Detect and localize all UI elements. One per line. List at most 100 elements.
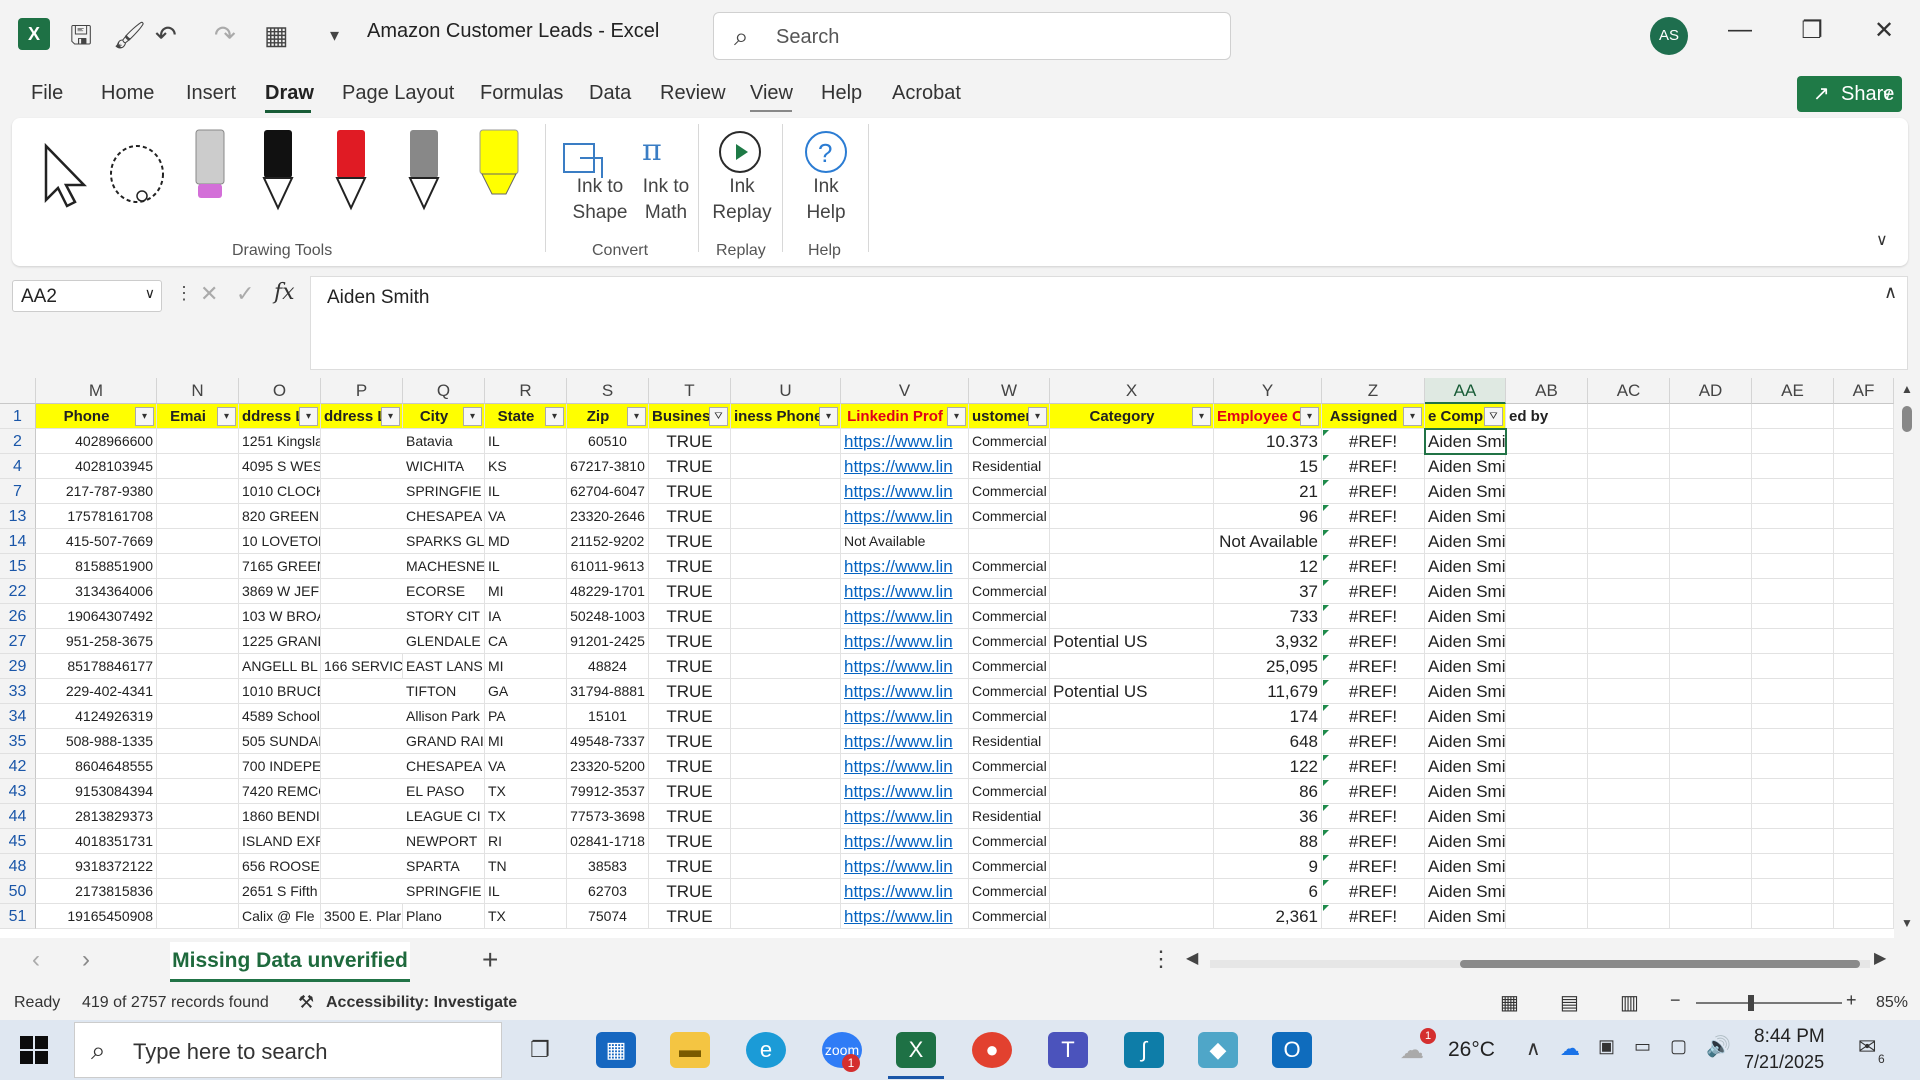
zoom-out-icon[interactable]: − <box>1670 990 1681 1011</box>
empty-cell[interactable] <box>1588 429 1670 454</box>
empty-cell[interactable] <box>1670 479 1752 504</box>
cell-city[interactable]: GLENDALE <box>403 629 485 654</box>
empty-cell[interactable] <box>1752 604 1834 629</box>
column-header-s[interactable]: S <box>567 378 649 404</box>
empty-cell[interactable] <box>1506 504 1588 529</box>
cell-emp[interactable]: 36 <box>1214 804 1322 829</box>
cell-city[interactable]: ECORSE <box>403 579 485 604</box>
cell-asg[interactable]: #REF! <box>1322 554 1425 579</box>
empty-cell[interactable] <box>1506 829 1588 854</box>
cell-zip[interactable]: 62703 <box>567 879 649 904</box>
empty-cell[interactable] <box>1670 654 1752 679</box>
cell-state[interactable]: KS <box>485 454 567 479</box>
cell-city[interactable]: SPARTA <box>403 854 485 879</box>
cell-phone[interactable]: 217-787-9380 <box>36 479 157 504</box>
row-header[interactable]: 43 <box>0 779 36 804</box>
cell-phone[interactable]: 415-507-7669 <box>36 529 157 554</box>
cell-phone[interactable]: 229-402-4341 <box>36 679 157 704</box>
network-icon[interactable]: ▢ <box>1670 1036 1687 1057</box>
empty-cell[interactable] <box>1752 504 1834 529</box>
tab-draw[interactable]: Draw <box>265 82 314 105</box>
cell-addr1[interactable]: 656 ROOSEVELT DR <box>239 854 321 879</box>
restore-icon[interactable]: ❐ <box>1792 16 1832 45</box>
cell-cust[interactable]: Commercial <box>969 904 1050 929</box>
cell-phone[interactable]: 508-988-1335 <box>36 729 157 754</box>
empty-cell[interactable] <box>731 704 841 729</box>
empty-cell[interactable] <box>1506 679 1588 704</box>
empty-cell[interactable] <box>157 429 239 454</box>
empty-cell[interactable] <box>1588 629 1670 654</box>
undo-icon[interactable]: ↶ <box>155 18 177 52</box>
add-sheet-icon[interactable]: + <box>482 944 498 976</box>
cell-zip[interactable]: 48229-1701 <box>567 579 649 604</box>
column-header-n[interactable]: N <box>157 378 239 404</box>
empty-cell[interactable] <box>1834 904 1894 929</box>
empty-cell[interactable] <box>1588 829 1670 854</box>
cell-link[interactable]: https://www.lin <box>841 854 969 879</box>
empty-cell[interactable] <box>1588 704 1670 729</box>
cell-addr1[interactable]: 103 W BROAD ST <box>239 604 321 629</box>
empty-cell[interactable] <box>1670 779 1752 804</box>
cell-state[interactable]: VA <box>485 754 567 779</box>
cell-addr2[interactable] <box>321 454 403 479</box>
cell-city[interactable]: LEAGUE CI <box>403 804 485 829</box>
empty-cell[interactable] <box>1506 604 1588 629</box>
tab-view[interactable]: View <box>750 82 793 105</box>
cell-link[interactable]: https://www.lin <box>841 479 969 504</box>
cell-cat[interactable] <box>1050 904 1214 929</box>
empty-cell[interactable] <box>731 504 841 529</box>
empty-cell[interactable] <box>157 504 239 529</box>
empty-cell[interactable] <box>1670 404 1752 429</box>
cell-emp[interactable]: 21 <box>1214 479 1322 504</box>
cell-addr2[interactable] <box>321 729 403 754</box>
empty-cell[interactable] <box>1752 479 1834 504</box>
cell-cust[interactable]: Commercial <box>969 704 1050 729</box>
cell-emp[interactable]: 11,679 <box>1214 679 1322 704</box>
empty-cell[interactable] <box>157 604 239 629</box>
share-button[interactable]: ↗ Share ∨ <box>1797 76 1902 112</box>
cell-emp[interactable]: 9 <box>1214 854 1322 879</box>
empty-cell[interactable] <box>1506 579 1588 604</box>
cell-comp[interactable]: Aiden Smith <box>1425 729 1506 754</box>
cell-phone[interactable]: 9153084394 <box>36 779 157 804</box>
cell-addr1[interactable]: ISLAND EXPRESS 47 C <box>239 829 321 854</box>
empty-cell[interactable] <box>731 529 841 554</box>
cell-link[interactable]: https://www.lin <box>841 704 969 729</box>
tab-help[interactable]: Help <box>821 82 862 105</box>
cell-state[interactable]: GA <box>485 679 567 704</box>
cell-addr1[interactable]: 7165 GREENLEE DR <box>239 554 321 579</box>
cell-state[interactable]: IA <box>485 604 567 629</box>
empty-cell[interactable] <box>1834 604 1894 629</box>
cell-cat[interactable] <box>1050 579 1214 604</box>
battery-icon[interactable]: ▭ <box>1634 1036 1651 1057</box>
empty-cell[interactable] <box>1834 629 1894 654</box>
empty-cell[interactable] <box>1506 754 1588 779</box>
cell-link[interactable]: https://www.lin <box>841 554 969 579</box>
cell-addr1[interactable]: 1860 BENDING STREAM <box>239 804 321 829</box>
vertical-scrollbar-thumb[interactable] <box>1902 406 1912 432</box>
empty-cell[interactable] <box>1752 879 1834 904</box>
empty-cell[interactable] <box>731 429 841 454</box>
empty-cell[interactable] <box>157 729 239 754</box>
excel-taskbar-icon[interactable]: X <box>896 1032 936 1068</box>
cell-cust[interactable]: Residential <box>969 804 1050 829</box>
cell-addr1[interactable]: Calix @ Fle <box>239 904 321 929</box>
empty-cell[interactable] <box>1670 804 1752 829</box>
cell-cust[interactable]: Commercial <box>969 679 1050 704</box>
cell-state[interactable]: IL <box>485 554 567 579</box>
empty-cell[interactable] <box>1588 604 1670 629</box>
cell-state[interactable]: IL <box>485 879 567 904</box>
volume-icon[interactable]: 🔊 <box>1706 1034 1731 1059</box>
cell-comp[interactable]: Aiden Smith <box>1425 454 1506 479</box>
cell-link[interactable]: https://www.lin <box>841 604 969 629</box>
empty-cell[interactable] <box>1670 729 1752 754</box>
empty-cell[interactable] <box>1506 479 1588 504</box>
spreadsheet-grid[interactable]: M N O P Q R S T U V W X Y Z AA AB AC AD AE AF 1 Phone ▾ Emai ▾ dd… <box>0 378 1920 938</box>
filter-dropdown-icon[interactable]: ▾ <box>1192 407 1211 426</box>
empty-cell[interactable] <box>1752 904 1834 929</box>
filter-dropdown-icon[interactable]: ▾ <box>947 407 966 426</box>
cell-emp[interactable]: 3,932 <box>1214 629 1322 654</box>
cell-cat[interactable] <box>1050 429 1214 454</box>
cell-cat[interactable] <box>1050 454 1214 479</box>
cell-asg[interactable]: #REF! <box>1322 904 1425 929</box>
